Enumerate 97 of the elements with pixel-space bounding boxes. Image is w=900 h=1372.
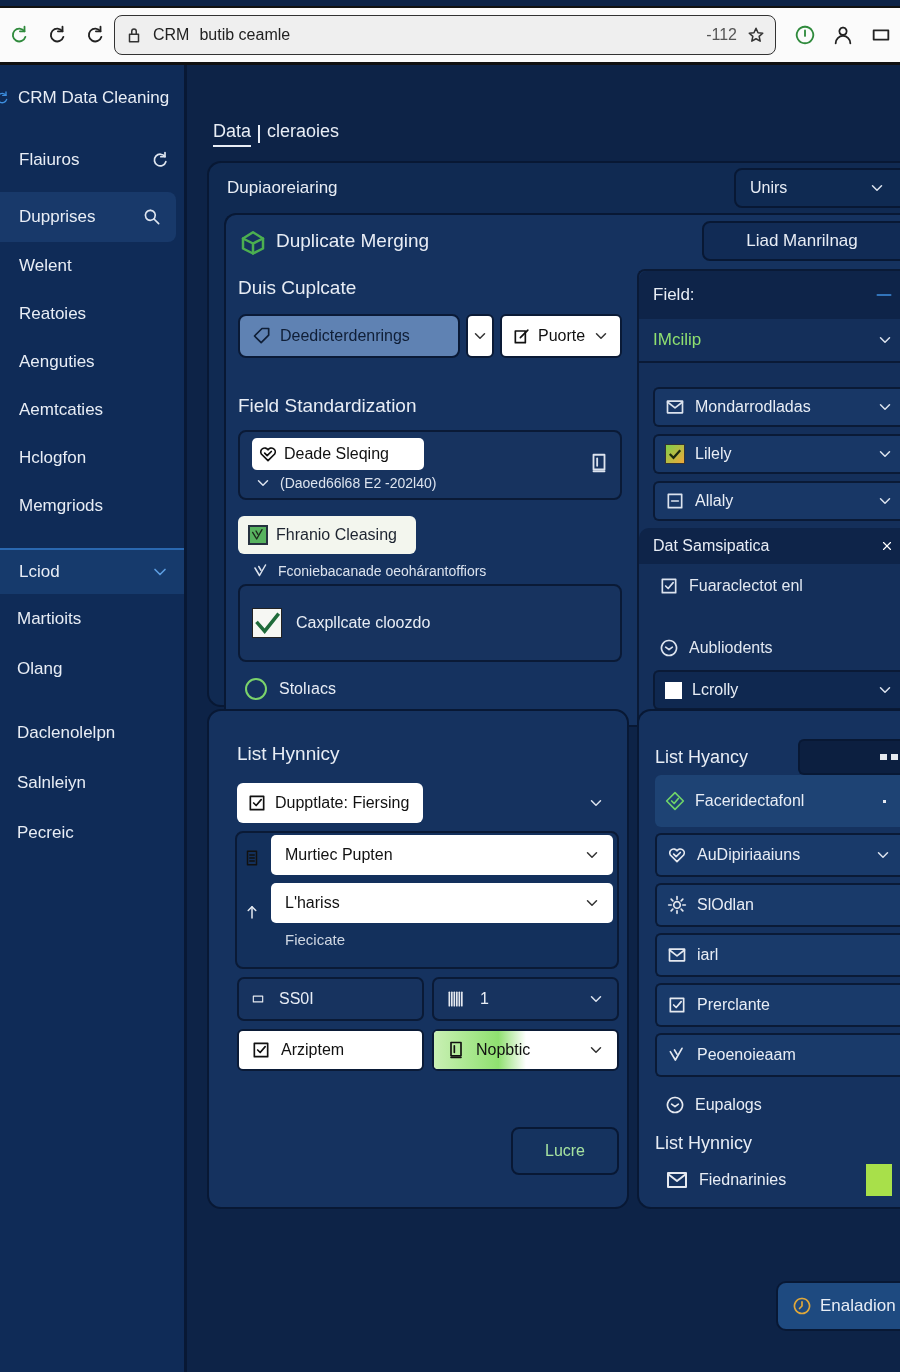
field-select[interactable]: Allaly <box>653 481 900 521</box>
address-bar[interactable]: CRM butib ceamle -112 <box>114 15 776 55</box>
section-title: Dupiaoreiaring <box>226 178 339 198</box>
zoom-level: -112 <box>706 26 737 44</box>
checkbox-icon <box>667 995 687 1015</box>
list-item[interactable]: iarl <box>655 933 900 977</box>
close-icon[interactable] <box>880 539 894 553</box>
panel-title: Field: <box>653 285 695 305</box>
panel-title: List Hynnicy <box>655 1133 754 1154</box>
option-checkbox[interactable]: Arziptem <box>237 1029 424 1071</box>
square-icon <box>251 992 265 1006</box>
envelope-icon <box>667 945 687 965</box>
checkbox[interactable] <box>252 608 282 638</box>
subheading: Field Standardization <box>238 395 418 417</box>
sidebar-item[interactable]: Martioits <box>0 594 184 644</box>
checkbox[interactable] <box>665 444 685 464</box>
sidebar-group[interactable]: Lciod <box>0 550 184 594</box>
filter-select[interactable]: Unirs <box>734 168 900 208</box>
checkbox-chip[interactable]: Dupptlate: Fiersing <box>237 783 423 823</box>
input-field[interactable]: Deedicterdenrings <box>238 314 460 358</box>
list-item[interactable]: Eupalogs <box>655 1083 900 1127</box>
option-note: Fconiebacanade oeohárantoffiors <box>278 563 487 579</box>
action-button[interactable]: Enaladion <box>776 1281 900 1331</box>
sidebar-item[interactable]: Aenguties <box>0 338 184 386</box>
sidebar-item[interactable]: Memgriods <box>0 482 184 530</box>
card-title: Duplicate Merging <box>276 230 431 252</box>
field-select[interactable]: Lilely <box>653 434 900 474</box>
list-item[interactable]: Fuaraclectot enl <box>689 577 803 595</box>
list-item[interactable]: SlOdlan <box>655 883 900 927</box>
progress-select[interactable]: Nopbtic <box>432 1029 619 1071</box>
breadcrumb-tab[interactable]: Data <box>213 121 252 147</box>
rule-chip[interactable]: Deade Sleqing <box>252 438 424 470</box>
heart-check-icon <box>667 845 687 865</box>
checkbox-icon <box>659 576 679 596</box>
clock-icon <box>792 1296 812 1316</box>
search-field[interactable] <box>798 739 900 775</box>
field-select[interactable]: Lcrolly <box>653 670 900 710</box>
bookmark-star-icon[interactable] <box>747 26 765 44</box>
address-text: butib ceamle <box>199 26 292 44</box>
power-icon[interactable] <box>794 24 816 46</box>
app-title: CRM Data Cleaning <box>18 88 170 108</box>
barcode-icon <box>446 989 466 1009</box>
export-button[interactable]: Puorte <box>500 314 622 358</box>
check-icon <box>250 527 266 543</box>
sidebar-item[interactable]: Welent <box>0 242 184 290</box>
checkbox-icon <box>247 793 267 813</box>
radio-label: Stolıacs <box>279 680 336 698</box>
checkbox-icon <box>251 1040 271 1060</box>
field-note: Fiecicate <box>284 931 347 948</box>
panel-title: List Hyancy <box>655 746 749 768</box>
tag-icon <box>252 326 272 346</box>
list-item[interactable]: Peoenoieaam <box>655 1033 900 1077</box>
panel-title: Dat Samsipatica <box>653 537 770 555</box>
sidebar-item[interactable]: Dupprises <box>0 192 176 242</box>
checkbox[interactable] <box>665 681 682 699</box>
edit-icon <box>512 326 532 346</box>
count-select[interactable]: 1 <box>432 977 619 1021</box>
diamond-check-icon <box>665 791 685 811</box>
field-select[interactable]: Mondarrodladas <box>653 387 900 427</box>
sidebar-item[interactable]: Aemtcaties <box>0 386 184 434</box>
gear-icon <box>667 895 687 915</box>
checkbox-label: Caxpllcate cloozdo <box>296 614 431 632</box>
action-button[interactable]: Lucre <box>511 1127 619 1175</box>
envelope-icon <box>665 397 685 417</box>
sidebar-item[interactable]: Olang <box>0 644 184 694</box>
radio-button[interactable] <box>245 678 267 700</box>
sidebar-item[interactable]: Salnleiyn <box>0 758 184 808</box>
dropdown-select[interactable]: L'hariss <box>271 883 613 923</box>
heart-check-icon <box>258 444 278 464</box>
sidebar-item[interactable]: Daclenolelpn <box>0 708 184 758</box>
minus-box-icon <box>665 491 685 511</box>
load-button[interactable]: Liad Manrilnag <box>702 221 900 261</box>
sidebar-item[interactable]: Pecreic <box>0 808 184 858</box>
list-item[interactable]: Prerclante <box>655 983 900 1027</box>
list-item[interactable]: AuDipiriaaiuns <box>655 833 900 877</box>
circle-icon <box>665 1095 685 1115</box>
search-icon <box>142 207 162 227</box>
input-field[interactable]: SS0I <box>237 977 424 1021</box>
breadcrumb-tab[interactable]: cleraoies <box>267 121 340 147</box>
rule-note: (Daoed66l68 E2 -202l40) <box>280 475 437 491</box>
sidebar-item[interactable]: Hclogfon <box>0 434 184 482</box>
list-item[interactable]: Faceridectafonl <box>655 775 900 827</box>
site-name: CRM <box>153 26 190 44</box>
sidebar-item[interactable]: Reatoies <box>0 290 184 338</box>
list-item[interactable]: Fiednarinies <box>699 1171 856 1189</box>
profile-icon[interactable] <box>832 24 854 46</box>
sidebar-item[interactable]: Flaiuros <box>0 135 184 185</box>
subheading: Duis Cuplcate <box>238 277 358 299</box>
field-select[interactable]: IMcilip <box>639 319 900 363</box>
dots-icon <box>880 753 900 761</box>
circle-check-icon <box>659 638 679 658</box>
dropdown-button[interactable] <box>466 314 494 358</box>
note-icon <box>866 1164 892 1196</box>
dropdown-select[interactable]: Murtiec Pupten <box>271 835 613 875</box>
option-checkbox[interactable]: Fhranio Cleasing <box>238 516 416 554</box>
panel-title: List Hynnicy <box>237 743 341 765</box>
list-item[interactable]: Aubliodents <box>689 639 773 657</box>
